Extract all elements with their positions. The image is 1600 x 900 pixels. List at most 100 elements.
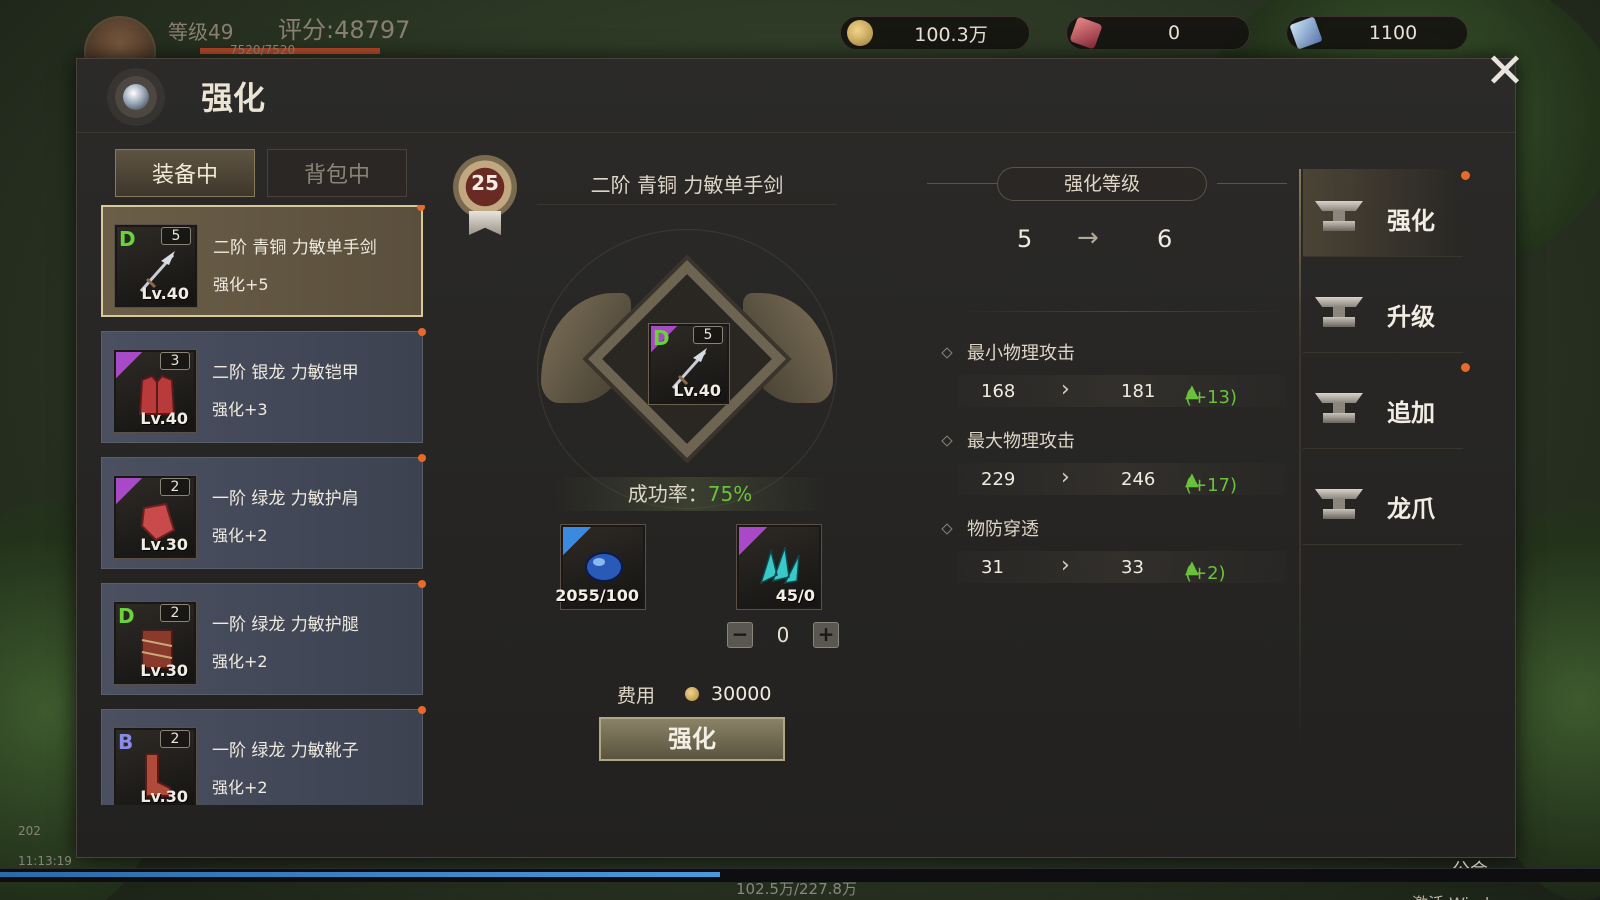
menu-item-append[interactable]: 追加 bbox=[1303, 361, 1463, 449]
top-hud: 等级49 评分:48797 7520/7520 100.3万 0 1100 bbox=[0, 0, 1600, 88]
enhance-panel: 强化 ✕ 装备中 背包中 D 5 Lv.40 二阶 青铜 力敏单手剑 强化+5 … bbox=[76, 47, 1525, 858]
stat-row: 229 › 246 (+17) ▲ bbox=[957, 463, 1287, 496]
gem-currency[interactable]: 0 bbox=[1066, 16, 1250, 50]
menu-item-enhance[interactable]: 强化 bbox=[1303, 169, 1463, 257]
chevron-right-icon: › bbox=[1061, 465, 1070, 490]
quantity-stepper: − 0 + bbox=[727, 621, 839, 649]
item-level: Lv.30 bbox=[140, 661, 188, 680]
coin-icon bbox=[685, 687, 700, 701]
greaves-icon: D 2 Lv.30 bbox=[114, 602, 196, 684]
panel-title: 强化 bbox=[201, 79, 266, 117]
equipment-item[interactable]: 3 Lv.40 二阶 银龙 力敏铠甲 强化+3 bbox=[101, 328, 426, 443]
close-button[interactable]: ✕ bbox=[1481, 47, 1529, 95]
anvil-icon bbox=[1315, 201, 1363, 231]
enhance-level-badge: 5 bbox=[161, 227, 191, 245]
equipment-item[interactable]: D 5 Lv.40 二阶 青铜 力敏单手剑 强化+5 bbox=[101, 205, 425, 317]
stat-to: 181 bbox=[1121, 381, 1156, 402]
anvil-icon bbox=[1315, 489, 1363, 519]
selected-item-slot[interactable]: D 5 Lv.40 bbox=[649, 324, 729, 404]
arrow-right-icon: → bbox=[1077, 223, 1099, 253]
clock-date: 202 bbox=[18, 824, 41, 838]
tab-equipped[interactable]: 装备中 bbox=[115, 149, 255, 197]
equipment-item[interactable]: B 2 Lv.30 一阶 绿龙 力敏靴子 强化+2 bbox=[101, 706, 426, 805]
notification-dot bbox=[418, 454, 426, 462]
crystal-icon bbox=[1289, 16, 1323, 50]
stat-delta: (+17) ▲ bbox=[1185, 469, 1238, 496]
chevron-right-icon: › bbox=[1061, 377, 1070, 402]
notification-dot bbox=[418, 706, 426, 714]
equipment-item[interactable]: 2 Lv.30 一阶 绿龙 力敏护肩 强化+2 bbox=[101, 454, 426, 569]
item-name: 二阶 青铜 力敏单手剑 bbox=[213, 238, 377, 258]
enhance-level-badge: 2 bbox=[160, 478, 190, 496]
notification-dot bbox=[1461, 171, 1470, 180]
badge-level: 25 bbox=[471, 171, 499, 195]
menu-divider bbox=[1299, 169, 1301, 749]
item-level: Lv.30 bbox=[140, 535, 188, 554]
notification-dot bbox=[1461, 363, 1470, 372]
selected-item-title: 二阶 青铜 力敏单手剑 bbox=[537, 169, 837, 205]
grade-label: D bbox=[653, 326, 670, 350]
menu-item-upgrade[interactable]: 升级 bbox=[1303, 265, 1463, 353]
success-rate-label: 成功率： bbox=[627, 482, 708, 506]
cost-row: 费用 30000 bbox=[617, 679, 817, 709]
enhance-button[interactable]: 强化 bbox=[599, 717, 785, 761]
player-level: 等级49 bbox=[168, 20, 234, 44]
item-level: Lv.40 bbox=[140, 409, 188, 428]
chevron-right-icon: › bbox=[1061, 553, 1070, 578]
exp-fill bbox=[0, 872, 720, 877]
hp-text: 7520/7520 bbox=[230, 43, 296, 57]
enhance-level-header: 强化等级 bbox=[997, 167, 1207, 201]
item-level: Lv.40 bbox=[673, 381, 721, 400]
enhance-level-badge: 3 bbox=[160, 352, 190, 370]
success-rate: 成功率：75% bbox=[555, 477, 825, 511]
plus-button[interactable]: + bbox=[812, 622, 839, 648]
enhance-level-badge: 2 bbox=[160, 730, 190, 748]
notification-dot bbox=[418, 328, 426, 336]
gold-value: 100.3万 bbox=[914, 23, 988, 46]
item-enhance: 强化+2 bbox=[212, 778, 268, 797]
grade-label: B bbox=[118, 730, 134, 754]
coin-icon bbox=[847, 20, 873, 46]
enhance-level-badge: 5 bbox=[693, 326, 723, 344]
item-enhance: 强化+5 bbox=[213, 275, 269, 294]
crystal-value: 1100 bbox=[1368, 22, 1418, 44]
gold-currency[interactable]: 100.3万 bbox=[840, 16, 1030, 50]
stat-name: 最小物理攻击 bbox=[941, 339, 1075, 365]
stat-delta: (+2) ▲ bbox=[1185, 557, 1226, 584]
gem-value: 0 bbox=[1167, 22, 1181, 44]
stat-row: 31 › 33 (+2) ▲ bbox=[957, 551, 1287, 584]
stat-from: 31 bbox=[981, 557, 1004, 578]
divider bbox=[957, 311, 1287, 312]
item-enhance: 强化+2 bbox=[212, 652, 268, 671]
notification-dot bbox=[418, 580, 426, 588]
item-enhance: 强化+3 bbox=[212, 400, 268, 419]
item-enhance: 强化+2 bbox=[212, 526, 268, 545]
menu-item-dragon-claw[interactable]: 龙爪 bbox=[1303, 457, 1463, 545]
equipment-list: D 5 Lv.40 二阶 青铜 力敏单手剑 强化+5 3 Lv.40 二阶 银龙… bbox=[101, 205, 431, 805]
grade-label: D bbox=[118, 604, 135, 628]
cost-label: 费用 bbox=[617, 684, 656, 707]
gem-icon bbox=[1069, 16, 1103, 50]
panel-title-bar: 强化 ✕ bbox=[77, 47, 1525, 133]
sword-icon: D 5 Lv.40 bbox=[115, 225, 197, 307]
item-level: Lv.40 bbox=[141, 284, 189, 303]
crystal-currency[interactable]: 1100 bbox=[1286, 16, 1468, 50]
stepper-value: 0 bbox=[776, 623, 790, 647]
boots-icon: B 2 Lv.30 bbox=[114, 728, 196, 805]
stat-name: 最大物理攻击 bbox=[941, 427, 1075, 453]
minus-button[interactable]: − bbox=[727, 622, 753, 648]
material-slot[interactable]: 2055/100 bbox=[555, 525, 645, 609]
level-badge-icon: 25 bbox=[449, 155, 521, 235]
stat-row: 168 › 181 (+13) ▲ bbox=[957, 375, 1287, 408]
material-count: 2055/100 bbox=[555, 586, 639, 605]
stat-to: 246 bbox=[1121, 469, 1156, 490]
armor-icon: 3 Lv.40 bbox=[114, 350, 196, 432]
tab-inventory[interactable]: 背包中 bbox=[267, 149, 407, 197]
stat-name: 物防穿透 bbox=[941, 515, 1039, 541]
success-rate-value: 75% bbox=[707, 482, 753, 506]
blue-stone-icon bbox=[585, 552, 623, 582]
cost-value: 30000 bbox=[711, 683, 772, 705]
material-slot[interactable]: 45/0 bbox=[737, 525, 821, 609]
equipment-item[interactable]: D 2 Lv.30 一阶 绿龙 力敏护腿 强化+2 bbox=[101, 580, 426, 695]
item-name: 二阶 银龙 力敏铠甲 bbox=[212, 363, 359, 383]
